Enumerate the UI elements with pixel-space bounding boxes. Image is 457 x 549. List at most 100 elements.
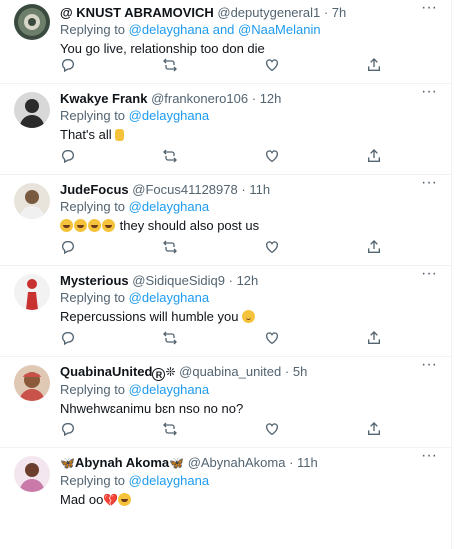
reply-feed: @ KNUST ABRAMOVICH @deputygeneral1 · 7h … [0,0,452,549]
retweet-icon[interactable] [162,57,178,73]
tweet-text-row: they should also post us [60,217,437,235]
replying-to-label: Replying to [60,473,126,488]
avatar[interactable] [14,183,50,219]
avatar[interactable] [14,92,50,128]
separator-dot: · [241,182,246,197]
replying-to: Replying to @delayghana [60,472,437,489]
author-handle[interactable]: @deputygeneral1 [217,5,320,20]
tweet-text-row: Repercussions will humble you [60,308,437,326]
more-options-icon[interactable]: ··· [421,84,437,100]
avatar[interactable] [14,365,50,401]
author-name[interactable]: QuabinaUnited [60,364,152,379]
author-handle[interactable]: @SidiqueSidiq9 [132,273,225,288]
timestamp[interactable]: 7h [332,5,346,20]
avatar[interactable] [14,4,50,40]
tweet-actions [60,421,380,437]
replying-to-label: Replying to [60,108,126,123]
timestamp[interactable]: 11h [297,455,318,470]
mention-link[interactable]: @delayghana [129,290,209,305]
avatar[interactable] [14,456,50,492]
like-icon[interactable] [264,57,280,73]
share-icon[interactable] [366,148,382,164]
author-handle[interactable]: @Focus41128978 [132,182,237,197]
tweet-text: Repercussions will humble you [60,309,239,324]
more-options-icon[interactable]: ··· [421,266,437,282]
tweet-actions [60,57,380,73]
reply-tweet[interactable]: Kwakye Frank @frankonero106 · 12h Replyi… [0,84,451,175]
share-icon[interactable] [366,421,382,437]
laughing-emoji [60,219,73,232]
author-name[interactable]: Kwakye Frank [60,91,147,106]
author-handle[interactable]: @frankonero106 [151,91,248,106]
replying-to: Replying to @delayghana [60,381,437,398]
author-name[interactable]: Mysterious [60,273,129,288]
more-options-icon[interactable]: ··· [421,448,437,464]
tweet-actions [60,239,380,255]
author-name[interactable]: Abynah Akoma [75,455,169,470]
reply-icon[interactable] [60,57,76,73]
mention-link[interactable]: @delayghana [129,199,209,214]
retweet-icon[interactable] [162,239,178,255]
laughing-emoji [74,219,87,232]
replying-to-label: Replying to [60,199,126,214]
tweet-actions [60,148,380,164]
author-name[interactable]: JudeFocus [60,182,129,197]
butterfly-emoji: 🦋 [169,456,185,470]
timestamp[interactable]: 11h [249,182,270,197]
separator-dot: · [289,455,294,470]
retweet-icon[interactable] [162,148,178,164]
replying-to-label: Replying to [60,382,126,397]
retweet-icon[interactable] [162,421,178,437]
tweet-text-row: Mad oo💔 [60,491,437,509]
tweet-actions [60,330,380,346]
like-icon[interactable] [264,330,280,346]
more-options-icon[interactable]: ··· [421,0,437,16]
reply-icon[interactable] [60,148,76,164]
mention-link[interactable]: @delayghana and @NaaMelanin [129,22,321,37]
share-icon[interactable] [366,57,382,73]
mention-link[interactable]: @delayghana [129,382,209,397]
mention-link[interactable]: @delayghana [129,108,209,123]
reply-icon[interactable] [60,239,76,255]
replying-to-label: Replying to [60,22,126,37]
laughing-emoji [118,493,132,506]
retweet-icon[interactable] [162,330,178,346]
replying-to: Replying to @delayghana [60,198,437,215]
timestamp[interactable]: 12h [260,91,282,106]
timestamp[interactable]: 12h [237,273,259,288]
author-handle[interactable]: @AbynahAkoma [188,455,286,470]
replying-to: Replying to @delayghana [60,107,437,124]
relieved-face-emoji [242,310,256,323]
like-icon[interactable] [264,239,280,255]
mention-link[interactable]: @delayghana [129,473,209,488]
tweet-text-row: That's all [60,126,437,144]
reply-tweet[interactable]: Mysterious @SidiqueSidiq9 · 12h Replying… [0,266,451,357]
reply-tweet[interactable]: QuabinaUnited R ❊ @quabina_united · 5h Rep… [0,357,451,448]
share-icon[interactable] [366,239,382,255]
reply-icon[interactable] [60,330,76,346]
more-options-icon[interactable]: ··· [421,175,437,191]
separator-dot: · [323,5,329,20]
like-icon[interactable] [264,148,280,164]
tweet-text: That's all [60,127,112,142]
author-handle[interactable]: @quabina_united [179,364,281,379]
separator-dot: · [228,273,233,288]
avatar[interactable] [14,274,50,310]
tweet-text: Nhwehwɛanimu bɛn nso no no? [60,401,244,416]
author-name[interactable]: @ KNUST ABRAMOVICH [60,5,214,20]
reply-tweet[interactable]: 🦋Abynah Akoma🦋 @AbynahAkoma · 11h Replyi… [0,448,451,539]
laughing-emoji [88,219,101,232]
replying-to-label: Replying to [60,290,126,305]
reply-icon[interactable] [60,421,76,437]
more-options-icon[interactable]: ··· [421,357,437,373]
tweet-text: they should also post us [119,218,260,233]
reply-tweet[interactable]: @ KNUST ABRAMOVICH @deputygeneral1 · 7h … [0,0,451,84]
butterfly-emoji: 🦋 [60,456,75,470]
share-icon[interactable] [366,330,382,346]
timestamp[interactable]: 5h [293,364,307,379]
registered-emoji: R [152,368,166,381]
reply-tweet[interactable]: JudeFocus @Focus41128978 · 11h Replying … [0,175,451,266]
tweet-text: You go live, relationship too don die [60,41,265,56]
like-icon[interactable] [264,421,280,437]
laughing-emoji [102,219,115,232]
